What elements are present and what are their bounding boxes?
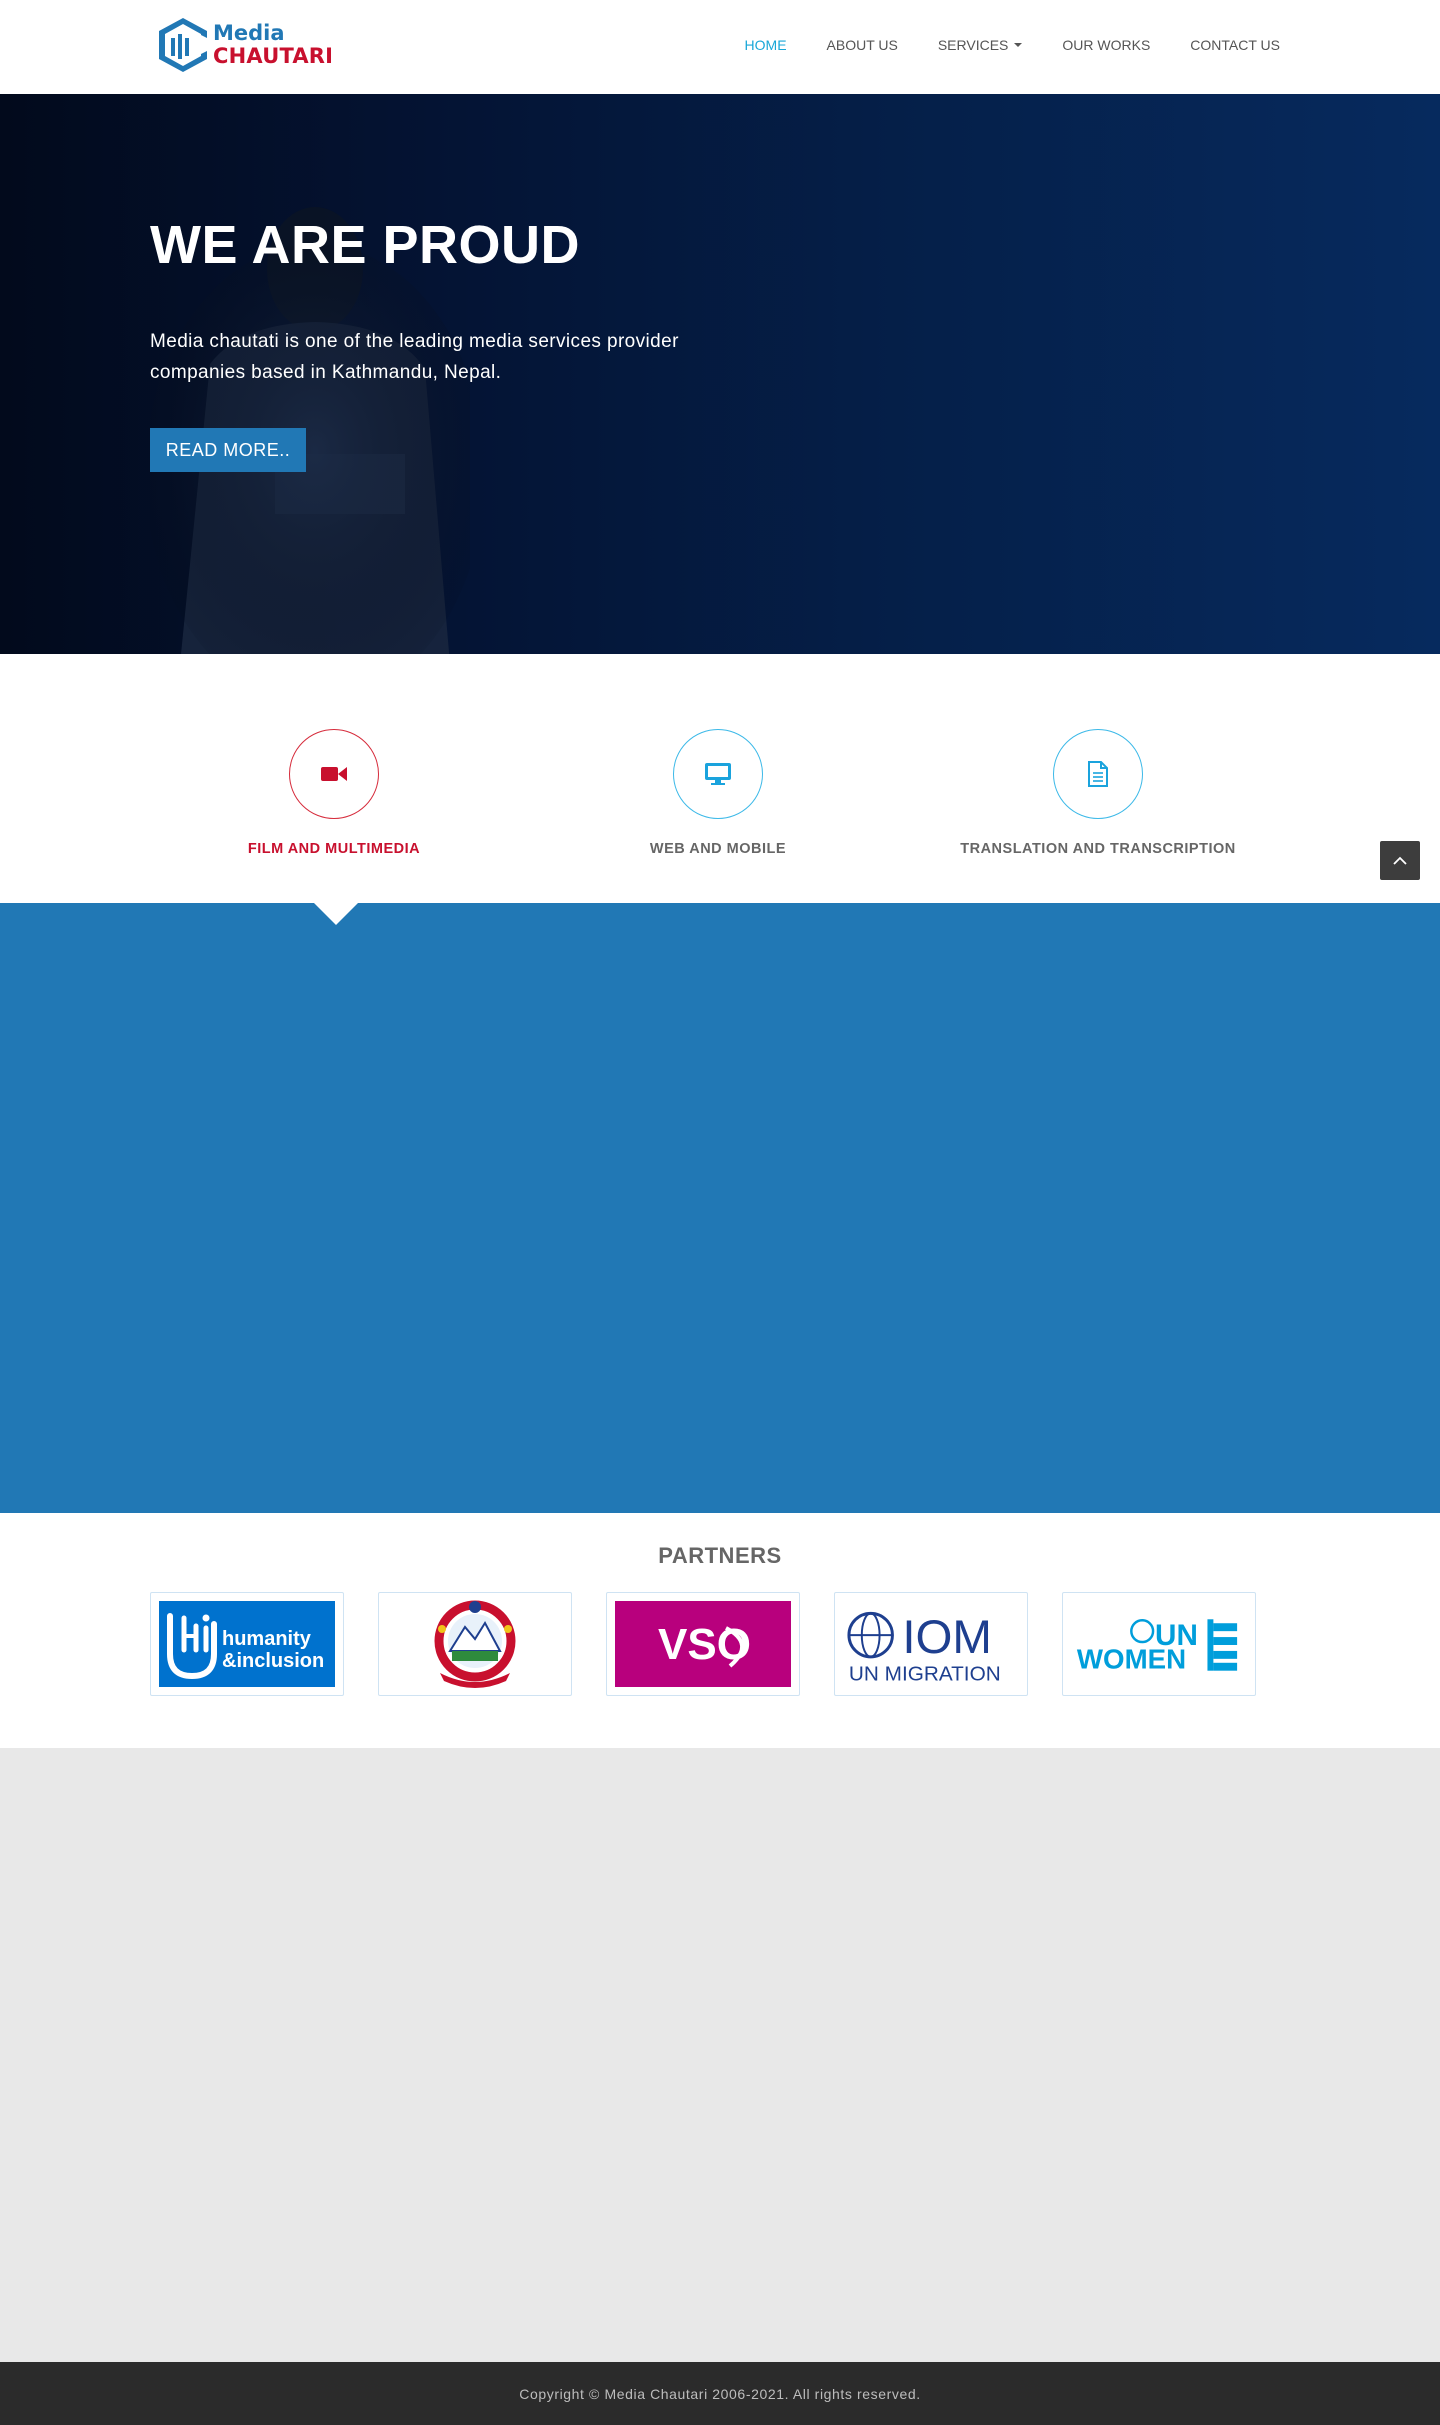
scroll-to-top-button[interactable] [1380, 841, 1420, 880]
service-content-panel [0, 903, 1440, 1513]
partner-iom[interactable]: IOM UN MIGRATION [834, 1592, 1028, 1696]
main-nav: HOME ABOUT US SERVICES OUR WORKS CONTACT… [705, 0, 1280, 90]
partners-section: PARTNERS humanity &inclusion VSO IOM UN … [0, 1513, 1440, 1748]
hero-title: WE ARE PROUD [150, 215, 581, 275]
svg-text:UN MIGRATION: UN MIGRATION [849, 1663, 1001, 1686]
humanity-inclusion-logo: humanity &inclusion [159, 1601, 335, 1687]
hero-banner: WE ARE PROUD Media chautati is one of th… [0, 94, 1440, 654]
footer: Copyright © Media Chautari 2006-2021. Al… [0, 2362, 1440, 2425]
nav-contact-us[interactable]: CONTACT US [1190, 37, 1280, 53]
partner-humanity-inclusion[interactable]: humanity &inclusion [150, 1592, 344, 1696]
partner-vso[interactable]: VSO [606, 1592, 800, 1696]
nav-services-dropdown[interactable]: SERVICES [938, 37, 1023, 53]
svg-text:IOM: IOM [902, 1611, 992, 1664]
read-more-button[interactable]: READ MORE.. [150, 428, 306, 472]
document-icon [1088, 761, 1108, 787]
chevron-up-icon [1393, 856, 1407, 865]
video-camera-icon [321, 767, 347, 781]
navbar: Media CHAUTARI HOME ABOUT US SERVICES OU… [0, 0, 1440, 94]
service-label: TRANSLATION AND TRANSCRIPTION [960, 841, 1236, 857]
media-chautari-logo-icon [159, 18, 207, 72]
partner-un-women[interactable]: UN WOMEN [1062, 1592, 1256, 1696]
monitor-icon [705, 763, 731, 785]
caret-down-icon [1014, 43, 1023, 47]
nepal-government-emblem-logo [387, 1600, 563, 1688]
service-circle [1053, 729, 1143, 819]
partners-title: PARTNERS [658, 1543, 782, 1568]
service-film-multimedia[interactable]: FILM AND MULTIMEDIA [184, 729, 484, 857]
svg-text:humanity: humanity [222, 1628, 312, 1650]
nav-our-works[interactable]: OUR WORKS [1062, 37, 1150, 53]
svg-text:WOMEN: WOMEN [1077, 1644, 1186, 1675]
service-translation-transcription[interactable]: TRANSLATION AND TRANSCRIPTION [948, 729, 1248, 857]
empty-gray-section [0, 1748, 1440, 2362]
site-logo[interactable]: Media CHAUTARI [155, 15, 335, 75]
service-circle [673, 729, 763, 819]
nav-about-us[interactable]: ABOUT US [827, 37, 898, 53]
service-web-mobile[interactable]: WEB AND MOBILE [568, 729, 868, 857]
vso-logo: VSO [615, 1601, 791, 1687]
iom-logo: IOM UN MIGRATION [843, 1601, 1019, 1687]
logo-text-chautari: CHAUTARI [213, 44, 334, 68]
partner-nepal-government[interactable] [378, 1592, 572, 1696]
active-service-pointer [314, 903, 358, 925]
copyright-text: Copyright © Media Chautari 2006-2021. Al… [519, 2385, 921, 2402]
svg-text:&inclusion: &inclusion [222, 1650, 324, 1672]
hero-description: Media chautati is one of the leading med… [150, 331, 679, 383]
logo-text-media: Media [213, 21, 285, 45]
nav-home[interactable]: HOME [745, 37, 787, 53]
service-label: FILM AND MULTIMEDIA [247, 841, 421, 857]
service-label: WEB AND MOBILE [649, 841, 787, 857]
service-circle [289, 729, 379, 819]
un-women-logo: UN WOMEN [1071, 1601, 1247, 1687]
services-section: FILM AND MULTIMEDIA WEB AND MOBILE TRANS… [0, 654, 1440, 904]
